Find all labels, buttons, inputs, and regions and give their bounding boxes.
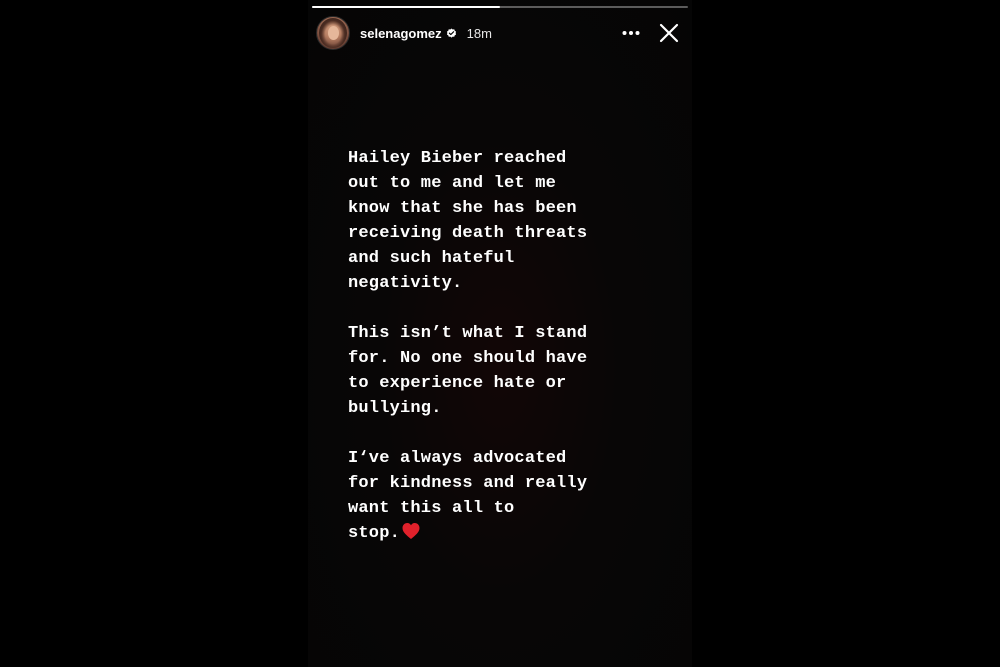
- text-line: Hailey Bieber reached: [348, 149, 567, 168]
- story-viewer[interactable]: selenagomez 18m Hailey Bieber reached ou…: [308, 0, 692, 667]
- story-progress-fill: [312, 6, 500, 8]
- story-progress-bar: [312, 6, 688, 8]
- text-line: want this all to: [348, 499, 515, 518]
- avatar[interactable]: [316, 16, 350, 50]
- text-line: know that she has been: [348, 199, 577, 218]
- text-line: out to me and let me: [348, 174, 557, 193]
- text-line: negativity.: [348, 274, 463, 293]
- story-header: selenagomez 18m: [316, 16, 684, 50]
- text-line: for kindness and really: [348, 474, 588, 493]
- text-line: This isn’t what I stand: [348, 324, 588, 343]
- text-line: for. No one should have: [348, 349, 588, 368]
- more-horizontal-icon: [622, 31, 640, 35]
- text-line: receiving death threats: [348, 224, 588, 243]
- text-line: bullying.: [348, 399, 442, 418]
- post-time: 18m: [466, 25, 492, 41]
- text-line-last: stop.: [348, 521, 678, 549]
- story-text: Hailey Bieber reached out to me and let …: [348, 146, 678, 549]
- close-icon: [659, 23, 679, 43]
- red-heart-icon: [401, 522, 421, 549]
- paragraph: I‘ve always advocated for kindness and r…: [348, 446, 678, 549]
- page: selenagomez 18m Hailey Bieber reached ou…: [0, 0, 1000, 667]
- text-line: to experience hate or: [348, 374, 567, 393]
- more-options-button[interactable]: [616, 18, 646, 48]
- paragraph: This isn’t what I stand for. No one shou…: [348, 321, 678, 421]
- avatar-face: [328, 26, 339, 40]
- username[interactable]: selenagomez: [360, 26, 442, 41]
- verified-badge-icon: [446, 27, 457, 39]
- text-line: and such hateful: [348, 249, 515, 268]
- text-line-text: stop.: [348, 524, 401, 543]
- close-button[interactable]: [654, 18, 684, 48]
- paragraph: Hailey Bieber reached out to me and let …: [348, 146, 678, 296]
- text-line: I‘ve always advocated: [348, 449, 567, 468]
